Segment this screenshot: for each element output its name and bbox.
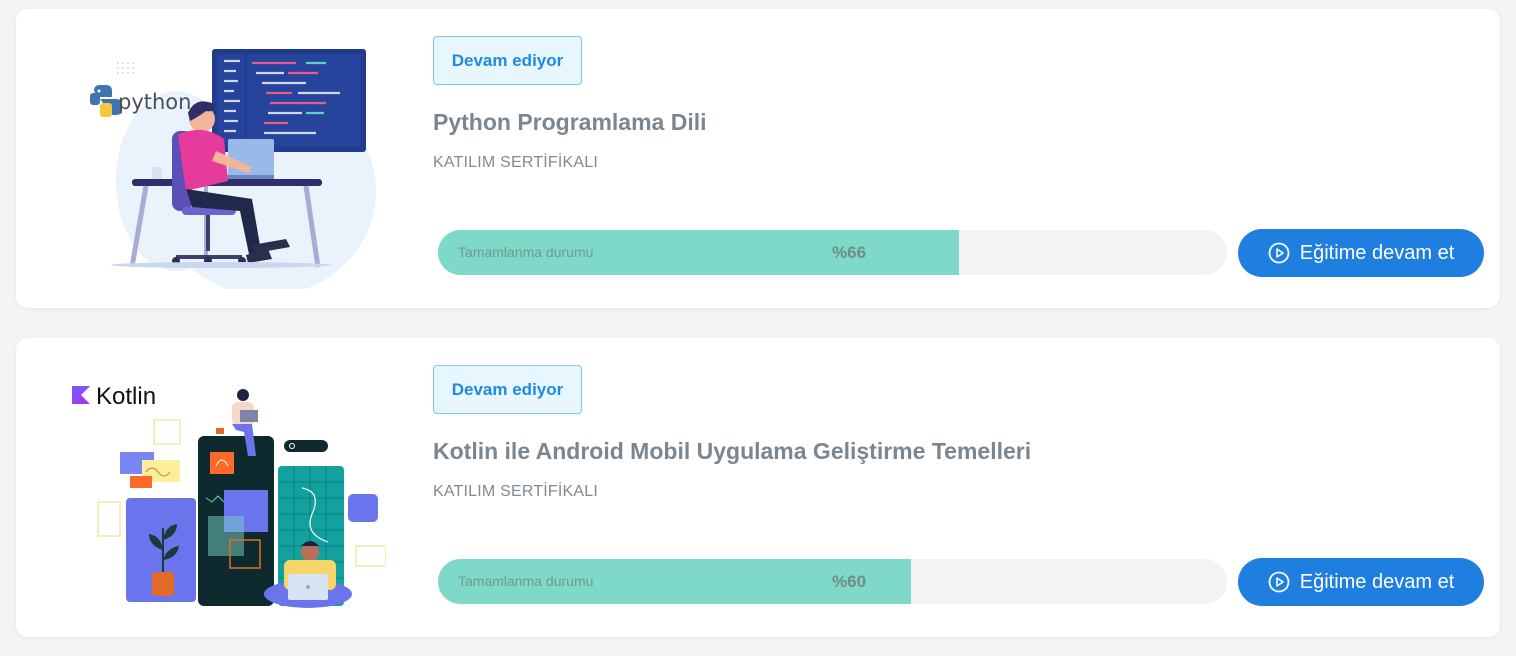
- svg-text:python: python: [118, 90, 191, 114]
- progress-label: Tamamlanma durumu: [458, 573, 594, 589]
- play-circle-icon: [1268, 242, 1290, 264]
- course-card: python Devam ediyor Python Programlama D…: [16, 9, 1500, 308]
- course-title[interactable]: Python Programlama Dili: [433, 109, 707, 136]
- certificate-label: KATILIM SERTİFİKALI: [433, 483, 599, 500]
- progress-percent: %60: [832, 572, 867, 591]
- progress-bar: Tamamlanma durumu %66: [438, 230, 1227, 275]
- progress-label: Tamamlanma durumu: [458, 244, 594, 260]
- kotlin-logo-icon: [72, 386, 90, 404]
- continue-course-label: Eğitime devam et: [1299, 570, 1455, 593]
- course-thumbnail[interactable]: python: [56, 31, 386, 296]
- course-thumbnail[interactable]: Kotlin: [56, 360, 387, 618]
- continue-course-button[interactable]: Eğitime devam et: [1238, 558, 1484, 606]
- continue-course-button[interactable]: Eğitime devam et: [1238, 229, 1484, 277]
- play-circle-icon: [1268, 571, 1290, 593]
- status-badge: Devam ediyor: [433, 365, 582, 414]
- course-title[interactable]: Kotlin ile Android Mobil Uygulama Gelişt…: [433, 438, 1031, 465]
- dotted-grid-decoration: [117, 62, 134, 74]
- progress-bar: Tamamlanma durumu %60: [438, 559, 1227, 604]
- status-badge: Devam ediyor: [433, 36, 582, 85]
- certificate-label: KATILIM SERTİFİKALI: [433, 154, 599, 171]
- course-card: Kotlin Devam ediyor Kotlin ile Android M…: [16, 338, 1500, 637]
- progress-percent: %66: [832, 243, 867, 262]
- svg-text:Kotlin: Kotlin: [96, 383, 156, 410]
- continue-course-label: Eğitime devam et: [1299, 241, 1455, 264]
